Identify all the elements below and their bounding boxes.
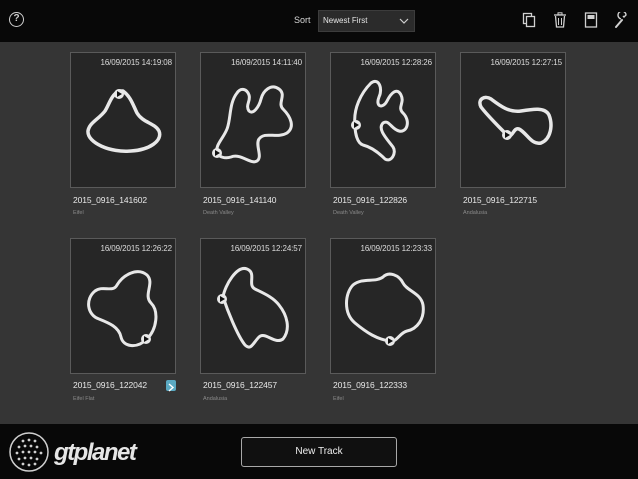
share-icon[interactable]	[166, 380, 176, 392]
wrench-icon[interactable]	[614, 12, 628, 28]
track-location: Eifel	[333, 396, 344, 402]
track-map-thumbnail	[345, 272, 425, 346]
track-date: 16/09/2015 12:24:57	[230, 244, 302, 253]
track-date: 16/09/2015 12:27:15	[490, 58, 562, 67]
help-icon[interactable]: ?	[9, 12, 24, 27]
sort-dropdown[interactable]: Newest First	[318, 10, 415, 32]
track-date: 16/09/2015 14:19:08	[100, 58, 172, 67]
top-toolbar: ? Sort Newest First	[0, 0, 638, 42]
track-date: 16/09/2015 14:11:40	[231, 58, 302, 67]
track-name: 2015_0916_122457	[203, 380, 278, 390]
track-card[interactable]: 16/09/2015 12:23:33	[330, 238, 436, 374]
new-track-button[interactable]: New Track	[241, 437, 397, 467]
track-date: 16/09/2015 12:26:22	[100, 244, 172, 253]
track-date: 16/09/2015 12:28:26	[360, 58, 432, 67]
gtplanet-logo: gtplanet	[9, 432, 139, 472]
track-map-thumbnail	[86, 89, 162, 153]
trash-icon[interactable]	[553, 12, 567, 28]
track-map-thumbnail	[478, 95, 553, 145]
track-map-thumbnail	[351, 80, 409, 162]
track-card[interactable]: 16/09/2015 12:28:26	[330, 52, 436, 188]
track-name: 2015_0916_141140	[203, 195, 277, 205]
track-location: Andalusia	[463, 210, 488, 216]
sort-selected-value: Newest First	[323, 16, 368, 25]
track-location: Death Valley	[203, 210, 234, 216]
track-card[interactable]: 16/09/2015 14:11:40	[200, 52, 306, 188]
copy-icon[interactable]	[522, 12, 536, 28]
chevron-down-icon	[399, 18, 409, 24]
track-card[interactable]: 16/09/2015 12:27:15	[460, 52, 566, 188]
track-location: Death Valley	[333, 210, 364, 216]
track-location: Andalusia	[203, 396, 228, 402]
track-name: 2015_0916_122333	[333, 380, 408, 390]
save-icon[interactable]	[584, 12, 598, 28]
track-map-thumbnail	[87, 270, 158, 347]
logo-text: gtplanet	[53, 439, 138, 466]
track-location: Eifel	[73, 210, 84, 216]
bottom-bar: gtplanet New Track	[0, 424, 638, 479]
sort-label: Sort	[294, 15, 311, 25]
track-location: Eifel Flat	[73, 396, 95, 402]
track-name: 2015_0916_122826	[333, 195, 408, 205]
track-card[interactable]: 16/09/2015 12:26:22	[70, 238, 176, 374]
track-map-thumbnail	[212, 85, 293, 164]
track-card[interactable]: 16/09/2015 14:19:08	[70, 52, 176, 188]
track-card[interactable]: 16/09/2015 12:24:57	[200, 238, 306, 374]
track-map-thumbnail	[217, 267, 289, 349]
track-name: 2015_0916_122715	[463, 195, 538, 205]
track-name: 2015_0916_122042	[73, 380, 148, 390]
track-date: 16/09/2015 12:23:33	[360, 244, 432, 253]
track-name: 2015_0916_141602	[73, 195, 148, 205]
